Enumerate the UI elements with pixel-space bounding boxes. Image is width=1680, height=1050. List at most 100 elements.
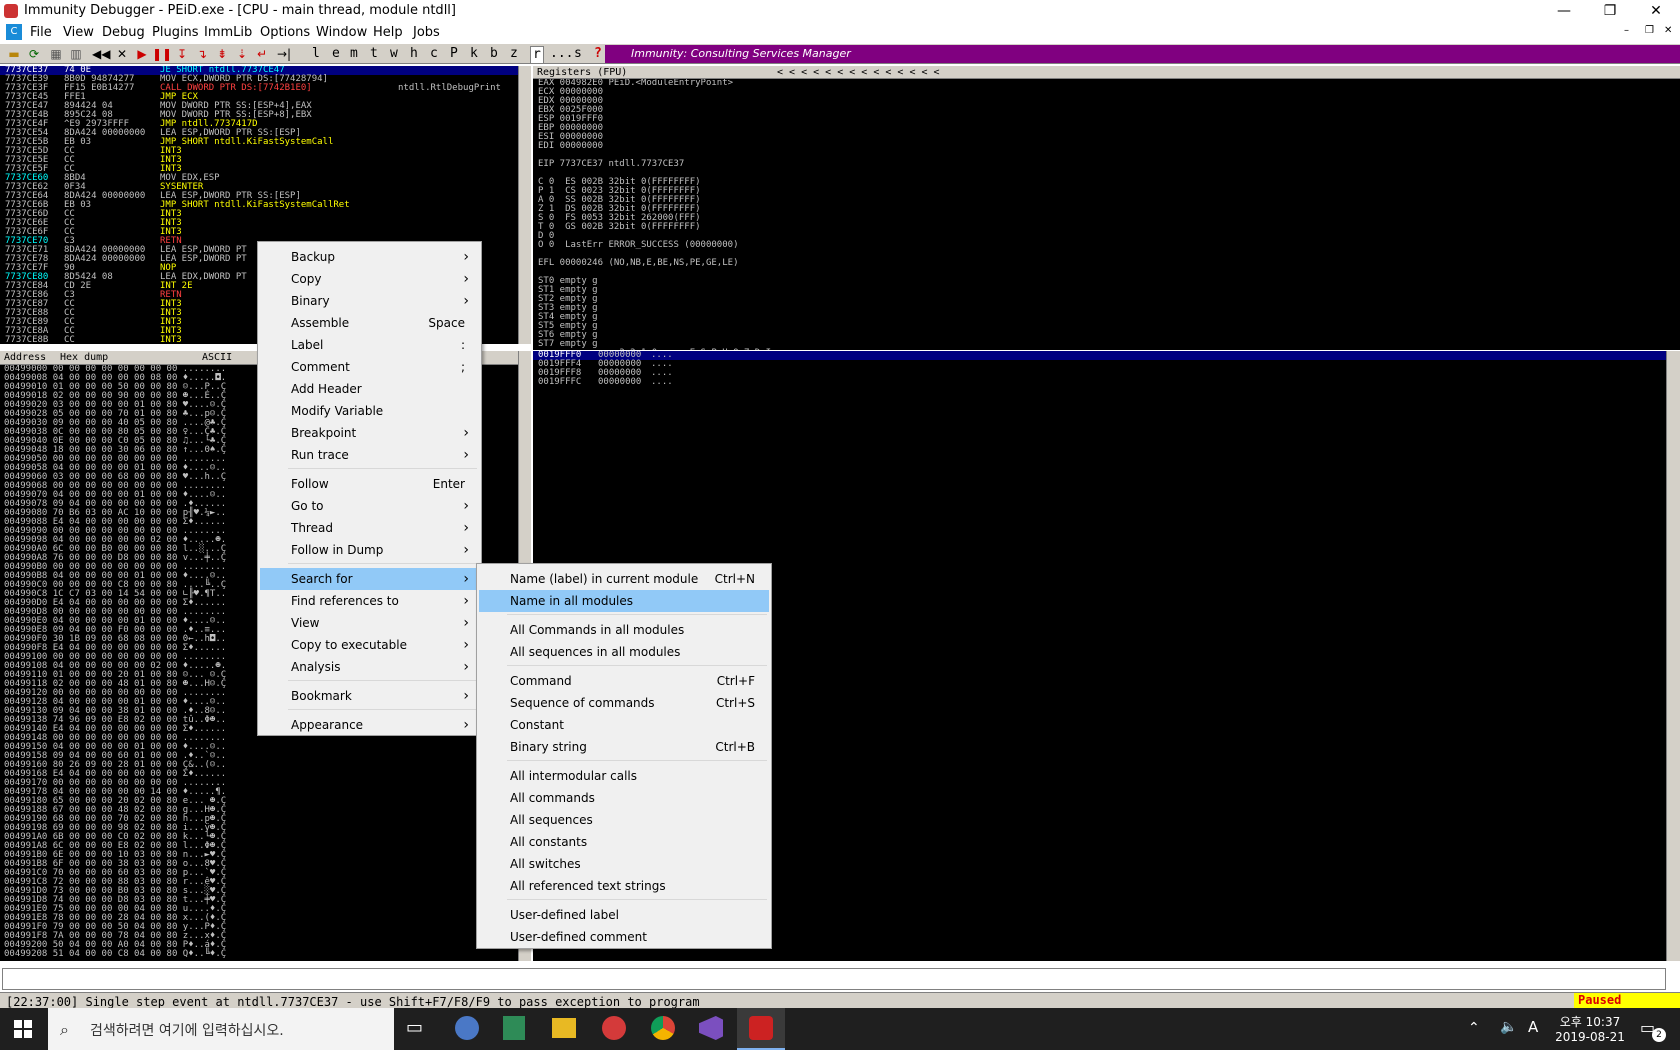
mdi-close[interactable]: ✕ [1664, 25, 1672, 36]
register-line[interactable]: EBX 0025F000 [538, 106, 1680, 115]
menu-item-constant[interactable]: Constant [479, 714, 769, 736]
toolbar-l[interactable]: l [312, 46, 320, 62]
open-icon[interactable]: ▬ [6, 46, 22, 62]
menu-item-all-sequences-in-all-modules[interactable]: All sequences in all modules [479, 641, 769, 663]
stack-row[interactable]: 0019FFF0 00000000.... [533, 351, 1666, 360]
register-line[interactable]: EIP 7737CE37 ntdll.7737CE37 [538, 160, 1680, 169]
toolbar-p[interactable]: P [450, 46, 458, 62]
register-line[interactable]: EAX 004982E0 PEiD.<ModuleEntryPoint> [538, 79, 1680, 88]
disasm-row[interactable]: 7737CE6D CC INT3 [0, 210, 518, 219]
register-line[interactable]: ST4 empty g [538, 313, 1680, 322]
register-line[interactable]: Z 1 DS 002B 32bit 0(FFFFFFFF) [538, 205, 1680, 214]
register-line[interactable]: EFL 00000246 (NO,NB,E,BE,NS,PE,GE,LE) [538, 259, 1680, 268]
registers-arrows[interactable]: < < < < < < < < < < < < < < [777, 66, 940, 79]
toolbar-s[interactable]: s [574, 46, 582, 62]
register-line[interactable]: ST3 empty g [538, 304, 1680, 313]
disasm-row[interactable]: 7737CE6E CC INT3 [0, 219, 518, 228]
pause-icon[interactable]: ❚❚ [152, 46, 172, 62]
toolbar-e[interactable]: e [332, 46, 340, 62]
menu-item-add-header[interactable]: Add Header [260, 378, 479, 400]
menu-item-all-constants[interactable]: All constants [479, 831, 769, 853]
disassembly-scrollbar[interactable] [518, 66, 531, 344]
dump-row[interactable]: 00499208 51 04 00 00 C8 04 00 80 Q♦..╚♦.… [4, 950, 518, 959]
menu-options[interactable]: Options [260, 25, 310, 40]
menu-item-label[interactable]: Label: [260, 334, 479, 356]
menu-item-sequence-of-commands[interactable]: Sequence of commands Ctrl+S [479, 692, 769, 714]
step-into-icon[interactable]: ↧ [174, 46, 190, 62]
register-line[interactable] [538, 151, 1680, 160]
menu-item-all-sequences[interactable]: All sequences [479, 809, 769, 831]
menu-window[interactable]: Window [316, 25, 367, 40]
register-line[interactable]: 3 2 1 0 E S P U O Z D I [538, 349, 1680, 351]
goto-icon[interactable]: →| [276, 46, 292, 62]
register-line[interactable]: C 0 ES 002B 32bit 0(FFFFFFFF) [538, 178, 1680, 187]
mdi-minimize[interactable]: – [1624, 25, 1629, 36]
app-red-icon[interactable] [602, 1016, 626, 1040]
tray-chevron-icon[interactable]: ⌃ [1468, 1020, 1480, 1036]
restore-button[interactable]: ❐ [1587, 0, 1633, 22]
menu-file[interactable]: File [30, 25, 52, 40]
menu-item-all-commands[interactable]: All commands [479, 787, 769, 809]
dump-col-address[interactable]: Address [4, 351, 46, 365]
register-line[interactable] [538, 268, 1680, 277]
menu-item-copy-to-executable[interactable]: Copy to executable › [260, 634, 479, 656]
register-line[interactable]: T 0 GS 002B 32bit 0(FFFFFFFF) [538, 223, 1680, 232]
clock-date[interactable]: 2019-08-21 [1553, 1030, 1627, 1044]
menu-item-modify-variable[interactable]: Modify Variable [260, 400, 479, 422]
stack-scrollbar[interactable] [1666, 351, 1680, 961]
step-over-icon[interactable]: ↴ [194, 46, 210, 62]
menu-item-name-label-in-current-module[interactable]: Name (label) in current module Ctrl+N [479, 568, 769, 590]
register-line[interactable]: ST1 empty g [538, 286, 1680, 295]
register-line[interactable]: S 0 FS 0053 32bit 262000(FFF) [538, 214, 1680, 223]
register-line[interactable]: EDI 00000000 [538, 142, 1680, 151]
toolbar-h[interactable]: h [410, 46, 418, 62]
register-line[interactable]: ST5 empty g [538, 322, 1680, 331]
file-explorer-icon[interactable] [552, 1018, 576, 1038]
menu-immlib[interactable]: ImmLib [204, 25, 252, 40]
menu-item-command[interactable]: Command Ctrl+F [479, 670, 769, 692]
cpu-window-icon[interactable]: C [6, 24, 22, 40]
menu-item-thread[interactable]: Thread › [260, 517, 479, 539]
trace-into-icon[interactable]: ⇟ [214, 46, 230, 62]
ime-indicator[interactable]: A [1528, 1018, 1538, 1036]
disasm-row[interactable]: 7737CE5D CC INT3 [0, 147, 518, 156]
volume-icon[interactable]: 🔈 [1500, 1019, 1517, 1035]
toolbar-m[interactable]: m [350, 46, 358, 62]
immunity-taskbar-button[interactable] [737, 1008, 785, 1050]
menu-item-appearance[interactable]: Appearance › [260, 714, 479, 736]
minimize-button[interactable]: — [1541, 0, 1587, 22]
register-line[interactable]: ECX 00000000 [538, 88, 1680, 97]
menu-item-name-in-all-modules[interactable]: Name in all modules [479, 590, 769, 612]
register-line[interactable] [538, 169, 1680, 178]
menu-item-find-references-to[interactable]: Find references to › [260, 590, 479, 612]
memory-icon[interactable]: ▥ [68, 46, 84, 62]
register-line[interactable]: EDX 00000000 [538, 97, 1680, 106]
menu-item-all-switches[interactable]: All switches [479, 853, 769, 875]
task-view-icon[interactable]: ▭ [406, 1017, 423, 1038]
chrome-icon[interactable] [651, 1016, 675, 1040]
menu-plugins[interactable]: Plugins [152, 25, 199, 40]
menu-item-view[interactable]: View › [260, 612, 479, 634]
menu-jobs[interactable]: Jobs [413, 25, 440, 40]
toolbar-c[interactable]: c [430, 46, 438, 62]
menu-item-user-defined-label[interactable]: User-defined label [479, 904, 769, 926]
toolbar-k[interactable]: k [470, 46, 478, 62]
stop-icon[interactable]: ✕ [114, 46, 130, 62]
register-line[interactable]: ESI 00000000 [538, 133, 1680, 142]
disasm-row[interactable]: 7737CE5B EB 03 JMP SHORT ntdll.KiFastSyste… [0, 138, 518, 147]
toolbar-z[interactable]: z [510, 46, 518, 62]
menu-item-copy[interactable]: Copy › [260, 268, 479, 290]
disasm-row[interactable]: 7737CE6F CC INT3 [0, 228, 518, 237]
menu-item-analysis[interactable]: Analysis › [260, 656, 479, 678]
menu-item-follow[interactable]: Follow Enter [260, 473, 479, 495]
rewind-icon[interactable]: ◀◀ [92, 46, 110, 62]
register-line[interactable]: ST0 empty g [538, 277, 1680, 286]
disasm-row[interactable]: 7737CE6B EB 03 JMP SHORT ntdll.KiFastSyste… [0, 201, 518, 210]
stack-row[interactable]: 0019FFF4 00000000.... [533, 360, 1666, 369]
toolbar-t[interactable]: t [370, 46, 378, 62]
menu-debug[interactable]: Debug [102, 25, 145, 40]
menu-item-comment[interactable]: Comment; [260, 356, 479, 378]
menu-item-all-intermodular-calls[interactable]: All intermodular calls [479, 765, 769, 787]
execute-till-return-icon[interactable]: ↵ [254, 46, 270, 62]
toolbar-b[interactable]: b [490, 46, 498, 62]
